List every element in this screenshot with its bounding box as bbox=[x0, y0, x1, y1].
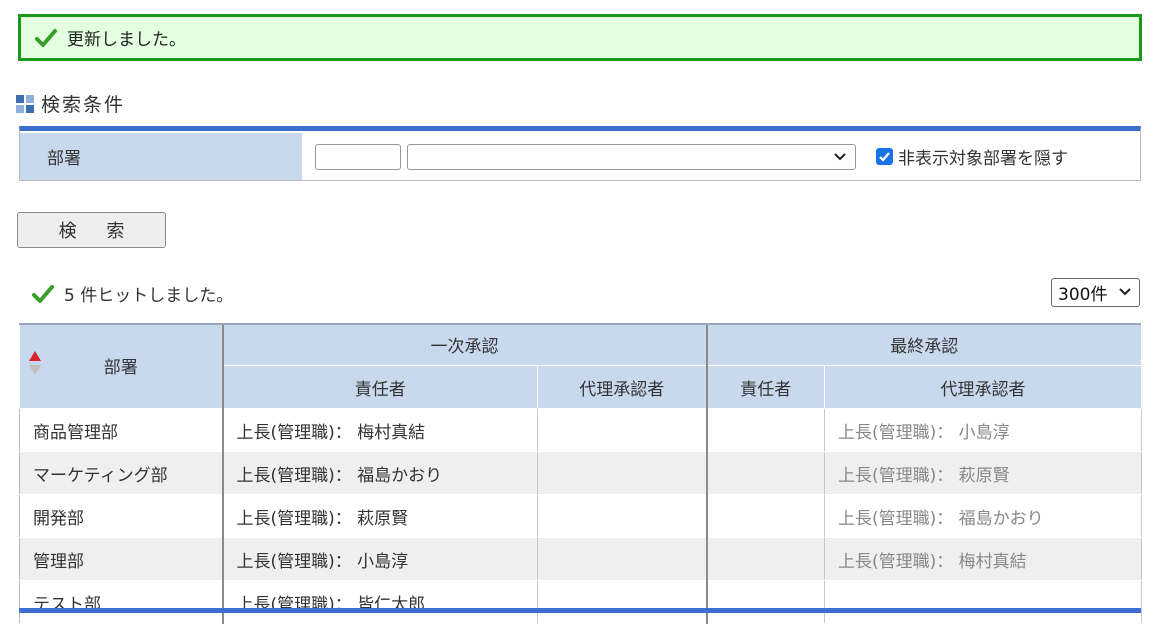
per-page-select[interactable]: 300件 bbox=[1051, 278, 1140, 307]
table-bottom-border bbox=[19, 608, 1141, 613]
deputy-cell bbox=[537, 494, 708, 538]
dept-column-header[interactable]: 部署 bbox=[19, 323, 224, 409]
responsible-cell: 上長(管理職)： 小島淳 bbox=[222, 537, 538, 581]
deputy-cell bbox=[537, 451, 708, 495]
responsible-cell bbox=[706, 580, 825, 624]
dept-cell: テスト部 bbox=[19, 580, 224, 624]
hide-hidden-depts-checkbox[interactable]: 非表示対象部署を隠す bbox=[876, 144, 1068, 169]
deputy-cell: 上長(管理職)： 萩原賢 bbox=[824, 451, 1142, 495]
dept-cell: 管理部 bbox=[19, 537, 224, 581]
final-approval-header: 最終承認 bbox=[706, 323, 1142, 366]
hit-count-row: 5 件ヒットしました。 bbox=[32, 281, 233, 306]
search-section-header: 検索条件 bbox=[16, 90, 125, 117]
deputy-cell: 上長(管理職)： 小島淳 bbox=[824, 408, 1142, 452]
sort-icon[interactable] bbox=[28, 350, 42, 376]
responsible-header-1: 責任者 bbox=[222, 365, 538, 409]
responsible-cell: 上長(管理職)： 梅村真結 bbox=[222, 408, 538, 452]
first-approval-header: 一次承認 bbox=[222, 323, 708, 366]
responsible-cell: 上長(管理職)： 萩原賢 bbox=[222, 494, 538, 538]
approval-table: 部署 一次承認 最終承認 責任者 代理承認者 責任者 代理承認者 商品管理部 上… bbox=[19, 323, 1142, 624]
per-page-value: 300件 bbox=[1058, 285, 1108, 305]
dept-cell: 商品管理部 bbox=[19, 408, 224, 452]
hide-checkbox-label: 非表示対象部署を隠す bbox=[898, 149, 1068, 169]
responsible-cell bbox=[706, 494, 825, 538]
dept-header-label: 部署 bbox=[103, 358, 138, 378]
search-button[interactable]: 検 索 bbox=[17, 212, 166, 248]
search-form: 部署 非表示対象部署を隠す bbox=[19, 126, 1141, 181]
table-top-border bbox=[19, 323, 1141, 325]
checkmark-icon bbox=[35, 28, 57, 47]
checkbox-checked-icon bbox=[876, 148, 893, 165]
table-row[interactable]: 商品管理部 上長(管理職)： 梅村真結 上長(管理職)： 小島淳 bbox=[19, 408, 1142, 452]
table-row[interactable]: マーケティング部 上長(管理職)： 福島かおり 上長(管理職)： 萩原賢 bbox=[19, 451, 1142, 495]
deputy-cell: 上長(管理職)： 福島かおり bbox=[824, 494, 1142, 538]
responsible-cell bbox=[706, 537, 825, 581]
chevron-down-icon bbox=[834, 152, 846, 160]
deputy-header-1: 代理承認者 bbox=[537, 365, 708, 409]
success-banner: 更新しました。 bbox=[18, 14, 1142, 61]
table-row[interactable]: テスト部 上長(管理職)： 皆仁太郎 bbox=[19, 580, 1142, 624]
deputy-cell bbox=[537, 408, 708, 452]
dept-code-input[interactable] bbox=[315, 143, 401, 170]
banner-message: 更新しました。 bbox=[67, 30, 186, 50]
deputy-cell bbox=[824, 580, 1142, 624]
deputy-cell: 上長(管理職)： 梅村真結 bbox=[824, 537, 1142, 581]
dept-select[interactable] bbox=[407, 143, 856, 170]
deputy-cell bbox=[537, 537, 708, 581]
dept-cell: マーケティング部 bbox=[19, 451, 224, 495]
checkmark-icon bbox=[32, 284, 54, 303]
section-title: 検索条件 bbox=[41, 94, 126, 116]
table-row[interactable]: 管理部 上長(管理職)： 小島淳 上長(管理職)： 梅村真結 bbox=[19, 537, 1142, 581]
chevron-down-icon bbox=[1119, 288, 1131, 296]
responsible-cell: 上長(管理職)： 福島かおり bbox=[222, 451, 538, 495]
responsible-cell: 上長(管理職)： 皆仁太郎 bbox=[222, 580, 538, 624]
dept-label: 部署 bbox=[20, 133, 302, 180]
deputy-header-2: 代理承認者 bbox=[824, 365, 1142, 409]
responsible-cell bbox=[706, 451, 825, 495]
deputy-cell bbox=[537, 580, 708, 624]
grid-icon bbox=[16, 94, 34, 113]
table-row[interactable]: 開発部 上長(管理職)： 萩原賢 上長(管理職)： 福島かおり bbox=[19, 494, 1142, 538]
responsible-cell bbox=[706, 408, 825, 452]
hit-count-message: 5 件ヒットしました。 bbox=[64, 286, 234, 306]
responsible-header-2: 責任者 bbox=[706, 365, 825, 409]
dept-cell: 開発部 bbox=[19, 494, 224, 538]
